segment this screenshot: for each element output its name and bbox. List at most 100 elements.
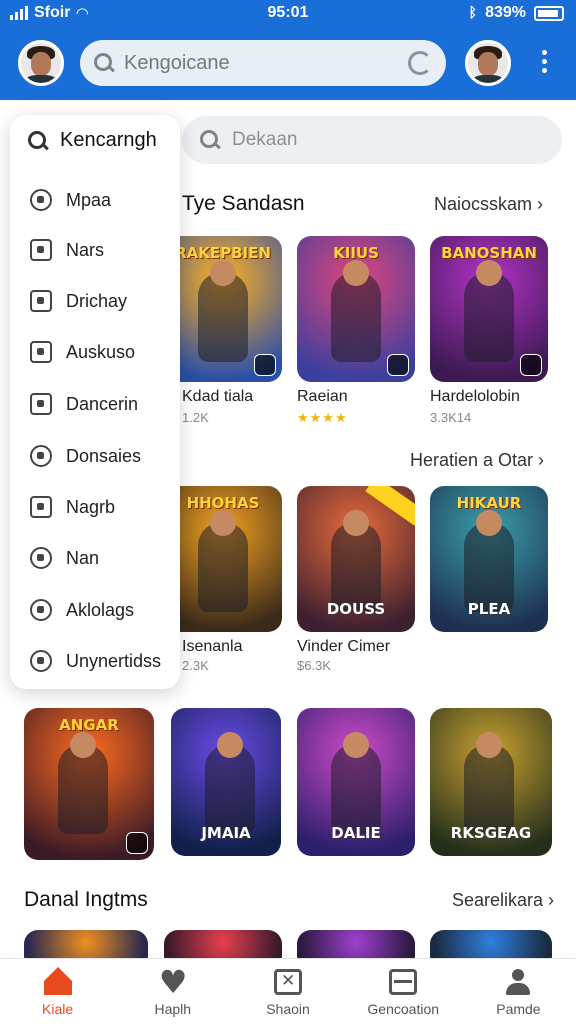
nav-label: Gencoation <box>367 1001 440 1017</box>
menu-item[interactable]: Drichay <box>30 286 127 316</box>
game-card[interactable]: KIIUS <box>297 236 415 382</box>
smile-icon <box>30 547 52 569</box>
search-placeholder: Kengoicane <box>124 51 230 74</box>
nav-label: Kiale <box>42 1001 74 1017</box>
game-name: Kdad tiala <box>182 388 254 405</box>
search-icon <box>200 130 220 150</box>
compass-icon <box>30 189 52 211</box>
more-options-icon[interactable] <box>538 50 550 78</box>
game-name: Raeian <box>297 388 348 405</box>
menu-item[interactable]: Unynertidss <box>30 646 161 676</box>
dropdown-menu: Kencarngh Mpaa Nars Drichay Auskuso Danc… <box>10 115 180 689</box>
nav-profile[interactable]: Pamde <box>461 959 576 1024</box>
game-card-art-title: HIKAUR <box>456 494 522 512</box>
menu-item[interactable]: Donsaies <box>30 441 141 471</box>
menu-item[interactable]: Nars <box>30 235 104 265</box>
menu-title: Kencarngh <box>60 129 157 151</box>
nav-label: Shaoin <box>266 1001 310 1017</box>
calendar-icon <box>30 290 52 312</box>
game-badge-icon <box>254 354 276 376</box>
game-badge-icon <box>387 354 409 376</box>
game-card[interactable]: RAKEPBIEN <box>164 236 282 382</box>
secondary-search-input[interactable]: Dekaan <box>182 116 562 164</box>
game-card-art-title: KIIUS <box>333 244 379 262</box>
game-card-subtitle: PLEA <box>467 600 511 618</box>
nav-store[interactable]: Shaoin <box>230 959 345 1024</box>
nav-label: Haplh <box>154 1001 192 1017</box>
game-card-art-title: BANOSHAN <box>441 244 537 262</box>
game-card[interactable]: BANOSHAN <box>430 236 548 382</box>
nav-favorites[interactable]: Haplh <box>115 959 230 1024</box>
status-bar: Sfoir ◠ 95:01 ᛒ 839% <box>0 0 576 28</box>
user-avatar[interactable] <box>18 40 64 86</box>
game-card-art-title: DALIE <box>331 824 381 842</box>
puzzle-icon <box>30 496 52 518</box>
game-name: Isenanla <box>182 638 243 655</box>
section-title: Danal Ingtms <box>24 888 148 911</box>
chart-icon <box>30 393 52 415</box>
app-header: Sfoir ◠ 95:01 ᛒ 839% Kengoicane <box>0 0 576 100</box>
menu-item[interactable]: Aklolags <box>30 595 134 625</box>
menu-item-label: Mpaa <box>66 189 112 210</box>
nav-home[interactable]: Kiale <box>0 959 115 1024</box>
game-badge-icon <box>126 832 148 854</box>
menu-item-label: Dancerin <box>66 393 139 414</box>
rating-stars: ★★★★ <box>297 410 348 425</box>
game-card-art-title: JMAIA <box>201 824 251 842</box>
chat-icon <box>30 341 52 363</box>
menu-item[interactable]: Nagrb <box>30 492 115 522</box>
menu-item-label: Unynertidss <box>66 650 162 671</box>
section-see-all-link[interactable]: Naiocsskam › <box>434 194 543 215</box>
game-card[interactable]: HIKAUR PLEA <box>430 486 548 632</box>
section-see-all-link[interactable]: Heratien a Otar › <box>410 450 544 471</box>
bottom-nav: Kiale Haplh Shaoin Gencoation Pamde <box>0 958 576 1024</box>
menu-item-label: Nan <box>66 547 100 568</box>
refresh-icon[interactable] <box>408 51 432 75</box>
edit-icon <box>30 239 52 261</box>
menu-item[interactable]: Auskuso <box>30 337 135 367</box>
menu-search[interactable]: Kencarngh <box>28 129 157 152</box>
game-card[interactable]: DALIE <box>297 708 415 856</box>
menu-item-label: Nagrb <box>66 496 116 517</box>
battery-icon <box>534 5 564 21</box>
nav-library[interactable]: Gencoation <box>346 959 461 1024</box>
menu-item[interactable]: Mpaa <box>30 185 111 215</box>
menu-item-label: Aklolags <box>66 599 135 620</box>
game-card[interactable]: ANGAR <box>24 708 154 860</box>
menu-item[interactable]: Dancerin <box>30 389 138 419</box>
profile-avatar[interactable] <box>465 40 511 86</box>
secondary-search-placeholder: Dekaan <box>232 129 298 150</box>
game-meta: 1.2K <box>182 410 209 425</box>
game-card[interactable]: HHOHAS <box>164 486 282 632</box>
store-icon <box>274 969 302 995</box>
settings-icon <box>30 650 52 672</box>
nav-label: Pamde <box>496 1001 541 1017</box>
game-card[interactable]: RKSGEAG <box>430 708 552 856</box>
game-badge-icon <box>520 354 542 376</box>
game-card-art-title: RKSGEAG <box>450 824 532 842</box>
search-icon <box>28 130 48 151</box>
library-icon <box>389 969 418 995</box>
game-name: Vinder Cimer <box>297 638 391 655</box>
game-name: Hardelolobin <box>430 388 520 405</box>
game-meta: 3.3K14 <box>430 410 472 425</box>
game-card-art-title: HHOHAS <box>186 494 260 512</box>
compass-icon <box>30 599 52 621</box>
ribbon-icon <box>365 486 415 526</box>
home-icon <box>43 967 72 995</box>
heart-icon <box>159 963 188 1001</box>
menu-item-label: Drichay <box>66 290 128 311</box>
search-bar[interactable]: Kengoicane <box>80 40 446 86</box>
game-card[interactable]: JMAIA <box>171 708 281 856</box>
search-icon <box>94 53 114 73</box>
section-see-all-link[interactable]: Searelikara › <box>452 890 554 911</box>
section-title: Tye Sandasn <box>182 192 305 215</box>
game-card-art-title: RAKEPBIEN <box>175 244 271 262</box>
bluetooth-icon: ᛒ <box>468 5 478 21</box>
game-meta: $6.3K <box>297 658 331 673</box>
game-card[interactable]: DOUSS <box>297 486 415 632</box>
menu-item-label: Auskuso <box>66 341 136 362</box>
menu-item-label: Donsaies <box>66 445 142 466</box>
battery-percent: 839% <box>485 4 526 21</box>
menu-item[interactable]: Nan <box>30 543 99 573</box>
